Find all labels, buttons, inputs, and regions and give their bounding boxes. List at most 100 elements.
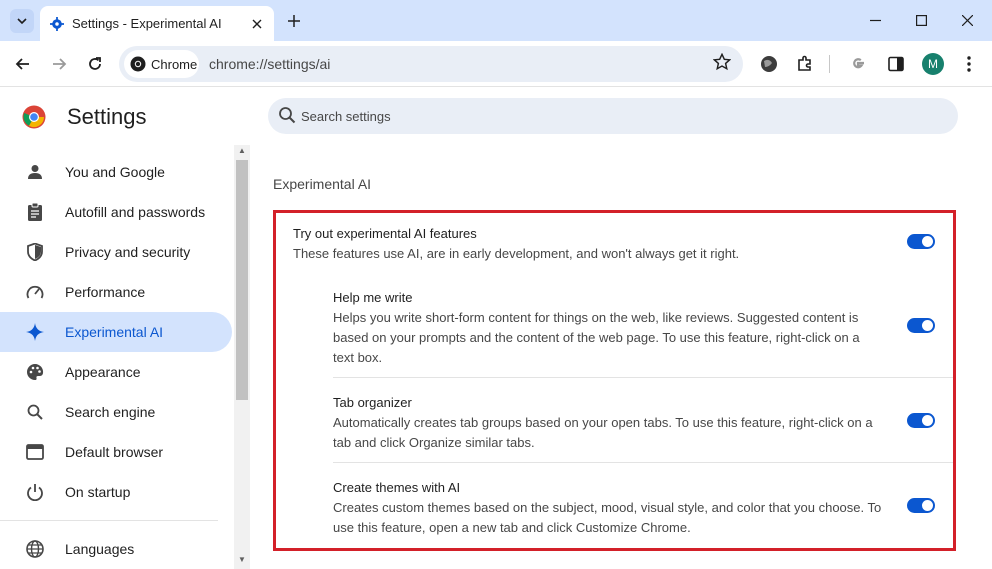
- main-feature-toggle[interactable]: [907, 234, 935, 249]
- settings-header: Settings: [0, 87, 250, 145]
- feature-desc-line: tab and click Organize similar tabs.: [333, 435, 535, 450]
- help-me-write-toggle[interactable]: [907, 318, 935, 333]
- sidebar-item-performance[interactable]: Performance: [0, 272, 234, 312]
- palette-icon: [25, 362, 45, 382]
- maximize-button[interactable]: [898, 0, 944, 41]
- back-button[interactable]: [9, 50, 37, 78]
- toolbar-divider: [829, 55, 830, 73]
- sidebar-item-label: Default browser: [65, 444, 164, 460]
- avatar-letter: M: [928, 57, 938, 71]
- sidebar-scrollbar-thumb[interactable]: [236, 160, 248, 400]
- scroll-up-arrow-icon[interactable]: ▲: [238, 146, 246, 155]
- feature-title: Create themes with AI: [333, 480, 461, 495]
- new-tab-button[interactable]: [282, 9, 306, 33]
- feature-desc-line: Helps you write short-form content for t…: [333, 310, 859, 325]
- feature-title: Help me write: [333, 290, 413, 305]
- browser-window-icon: [25, 442, 45, 462]
- more-menu-button[interactable]: [955, 50, 983, 78]
- minimize-button[interactable]: [852, 0, 898, 41]
- sidebar-item-languages[interactable]: Languages: [0, 529, 234, 569]
- sparkle-icon: [25, 322, 45, 342]
- main-feature-desc: These features use AI, are in early deve…: [293, 246, 740, 261]
- toolbar: Chrome chrome://settings/ai: [0, 41, 992, 87]
- site-chip[interactable]: Chrome: [124, 50, 199, 78]
- sidebar-divider: [0, 520, 218, 521]
- sidebar-item-default-browser[interactable]: Default browser: [0, 432, 234, 472]
- tab-organizer-toggle[interactable]: [907, 413, 935, 428]
- bookmark-star-icon[interactable]: [713, 53, 731, 71]
- arrow-right-icon: [53, 58, 67, 70]
- sidebar-item-label: Appearance: [65, 364, 141, 380]
- sidebar-item-appearance[interactable]: Appearance: [0, 352, 234, 392]
- window-close-button[interactable]: [944, 0, 990, 41]
- close-icon: [252, 19, 262, 28]
- tab-title: Settings - Experimental AI: [72, 16, 222, 31]
- maximize-icon: [915, 15, 927, 26]
- profile-avatar[interactable]: M: [922, 53, 944, 75]
- power-icon: [25, 482, 45, 502]
- extension-button[interactable]: [755, 50, 783, 78]
- sidebar-item-label: You and Google: [65, 164, 165, 180]
- sidebar-item-label: Performance: [65, 284, 146, 300]
- clipboard-icon: [25, 202, 45, 222]
- sidebar-item-autofill[interactable]: Autofill and passwords: [0, 192, 234, 232]
- search-input[interactable]: Search settings: [301, 109, 391, 124]
- reload-button[interactable]: [81, 50, 109, 78]
- search-settings-box[interactable]: Search settings: [268, 98, 958, 134]
- close-icon: [961, 15, 973, 26]
- scroll-down-arrow-icon[interactable]: ▼: [238, 555, 246, 564]
- create-themes-toggle[interactable]: [907, 498, 935, 513]
- shield-icon: [25, 242, 45, 262]
- feature-desc-line: based on your prompts and the content of…: [333, 330, 860, 345]
- person-icon: [25, 162, 45, 182]
- feature-desc-line: text box.: [333, 350, 383, 365]
- google-g-icon: [853, 58, 864, 69]
- row-divider: [333, 377, 953, 378]
- sidebar-item-experimental-ai[interactable]: Experimental AI: [0, 312, 232, 352]
- sidebar-item-label: Experimental AI: [65, 324, 164, 340]
- sidebar-item-label: Languages: [65, 541, 135, 557]
- globe-icon: [25, 539, 45, 559]
- url-text[interactable]: chrome://settings/ai: [209, 56, 330, 72]
- side-panel-icon: [888, 56, 904, 72]
- feature-row-create-themes: Create themes with AI Creates custom the…: [276, 478, 953, 538]
- chevron-down-icon: [17, 18, 27, 25]
- main-feature-row: Try out experimental AI features These f…: [276, 224, 953, 264]
- section-title: Experimental AI: [273, 176, 372, 192]
- gear-icon: [50, 16, 64, 31]
- tab-close-button[interactable]: [246, 13, 268, 35]
- forward-button[interactable]: [45, 50, 73, 78]
- feature-row-help-me-write: Help me write Helps you write short-form…: [276, 288, 953, 368]
- feature-title: Tab organizer: [333, 395, 412, 410]
- sidebar-item-privacy[interactable]: Privacy and security: [0, 232, 234, 272]
- sidebar-item-label: On startup: [65, 484, 131, 500]
- active-tab[interactable]: Settings - Experimental AI: [40, 6, 274, 41]
- reload-icon: [89, 57, 101, 70]
- search-icon: [279, 107, 296, 124]
- sidebar-item-search-engine[interactable]: Search engine: [0, 392, 234, 432]
- speedometer-icon: [25, 282, 45, 302]
- search-icon: [25, 402, 45, 422]
- site-chip-label: Chrome: [151, 56, 198, 72]
- side-panel-button[interactable]: [882, 50, 910, 78]
- tab-search-button[interactable]: [10, 9, 34, 33]
- feature-row-tab-organizer: Tab organizer Automatically creates tab …: [276, 393, 953, 453]
- experimental-ai-card: Try out experimental AI features These f…: [273, 210, 956, 551]
- more-vert-icon: [967, 56, 971, 72]
- sidebar-item-label: Autofill and passwords: [65, 204, 206, 220]
- address-bar[interactable]: Chrome chrome://settings/ai: [119, 46, 743, 82]
- google-button[interactable]: [844, 50, 872, 78]
- sidebar-item-on-startup[interactable]: On startup: [0, 472, 234, 512]
- sidebar-item-label: Privacy and security: [65, 244, 191, 260]
- extensions-menu-button[interactable]: [791, 50, 819, 78]
- chrome-logo-icon: [130, 56, 146, 72]
- row-divider: [333, 462, 953, 463]
- sidebar-item-label: Search engine: [65, 404, 156, 420]
- sidebar-menu: You and Google Autofill and passwords Pr…: [0, 152, 234, 569]
- feature-desc-line: use this feature, open a new tab and cli…: [333, 520, 691, 535]
- sidebar-item-you-and-google[interactable]: You and Google: [0, 152, 234, 192]
- arrow-left-icon: [15, 58, 29, 70]
- minimize-icon: [869, 19, 881, 22]
- main-feature-title: Try out experimental AI features: [293, 226, 477, 241]
- feature-desc-line: Creates custom themes based on the subje…: [333, 500, 882, 515]
